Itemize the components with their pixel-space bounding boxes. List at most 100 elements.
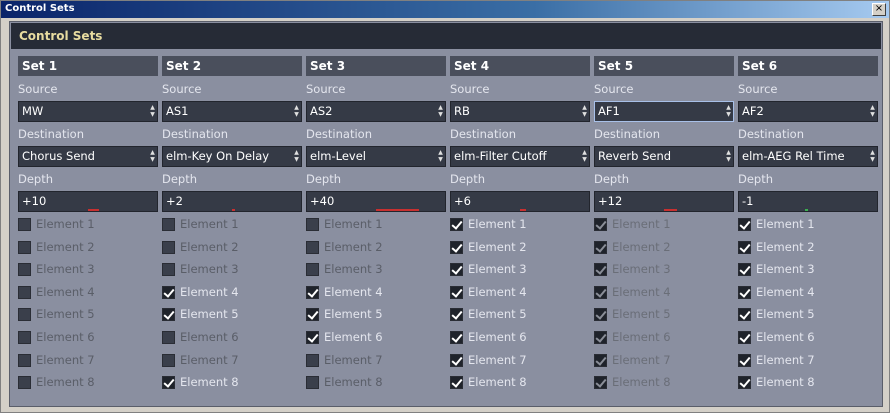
checkbox-icon[interactable] (594, 376, 607, 390)
checkbox-icon[interactable] (18, 331, 31, 344)
element-checkbox-7[interactable]: Element 7 (594, 353, 734, 369)
checkbox-icon[interactable] (306, 240, 319, 254)
depth-slider[interactable]: +10 (18, 191, 158, 212)
element-checkbox-5[interactable]: Element 5 (18, 307, 158, 323)
checkbox-icon[interactable] (18, 308, 31, 322)
element-checkbox-6[interactable]: Element 6 (738, 330, 878, 346)
element-checkbox-6[interactable]: Element 6 (450, 330, 590, 346)
checkbox-icon[interactable] (162, 285, 175, 299)
checkbox-icon[interactable] (306, 285, 319, 299)
element-checkbox-8[interactable]: Element 8 (306, 375, 446, 391)
destination-select[interactable]: Chorus Send ▲ ▼ (18, 146, 158, 167)
checkbox-icon[interactable] (306, 218, 319, 231)
spin-arrows-icon[interactable]: ▲ ▼ (438, 104, 443, 119)
checkbox-icon[interactable] (18, 263, 31, 277)
source-select[interactable]: AS1 ▲ ▼ (162, 101, 302, 122)
checkbox-icon[interactable] (162, 218, 175, 231)
spin-arrows-icon[interactable]: ▲ ▼ (150, 104, 155, 119)
element-checkbox-3[interactable]: Element 3 (450, 262, 590, 278)
checkbox-icon[interactable] (306, 263, 319, 277)
checkbox-icon[interactable] (738, 308, 751, 322)
checkbox-icon[interactable] (738, 353, 751, 367)
element-checkbox-8[interactable]: Element 8 (594, 375, 734, 391)
spin-arrows-icon[interactable]: ▲ ▼ (294, 104, 299, 119)
checkbox-icon[interactable] (162, 353, 175, 367)
destination-select[interactable]: elm-Level ▲ ▼ (306, 146, 446, 167)
element-checkbox-2[interactable]: Element 2 (450, 240, 590, 256)
destination-select[interactable]: elm-AEG Rel Time ▲ ▼ (738, 146, 878, 167)
element-checkbox-3[interactable]: Element 3 (306, 262, 446, 278)
element-checkbox-2[interactable]: Element 2 (306, 240, 446, 256)
element-checkbox-7[interactable]: Element 7 (450, 353, 590, 369)
checkbox-icon[interactable] (738, 240, 751, 254)
checkbox-icon[interactable] (594, 353, 607, 367)
checkbox-icon[interactable] (594, 331, 607, 344)
element-checkbox-7[interactable]: Element 7 (306, 353, 446, 369)
element-checkbox-3[interactable]: Element 3 (162, 262, 302, 278)
checkbox-icon[interactable] (18, 240, 31, 254)
checkbox-icon[interactable] (450, 331, 463, 344)
source-select[interactable]: AF1 ▲ ▼ (594, 101, 734, 122)
element-checkbox-2[interactable]: Element 2 (18, 240, 158, 256)
element-checkbox-1[interactable]: Element 1 (738, 217, 878, 233)
element-checkbox-5[interactable]: Element 5 (594, 307, 734, 323)
checkbox-icon[interactable] (738, 218, 751, 231)
checkbox-icon[interactable] (450, 285, 463, 299)
checkbox-icon[interactable] (306, 308, 319, 322)
spin-arrows-icon[interactable]: ▲ ▼ (726, 104, 731, 119)
element-checkbox-4[interactable]: Element 4 (450, 285, 590, 301)
checkbox-icon[interactable] (738, 331, 751, 344)
destination-select[interactable]: elm-Filter Cutoff ▲ ▼ (450, 146, 590, 167)
element-checkbox-6[interactable]: Element 6 (18, 330, 158, 346)
element-checkbox-1[interactable]: Element 1 (306, 217, 446, 233)
spin-arrows-icon[interactable]: ▲ ▼ (726, 149, 731, 164)
element-checkbox-1[interactable]: Element 1 (162, 217, 302, 233)
element-checkbox-8[interactable]: Element 8 (738, 375, 878, 391)
spin-arrows-icon[interactable]: ▲ ▼ (870, 149, 875, 164)
element-checkbox-7[interactable]: Element 7 (738, 353, 878, 369)
checkbox-icon[interactable] (162, 240, 175, 254)
element-checkbox-2[interactable]: Element 2 (162, 240, 302, 256)
checkbox-icon[interactable] (18, 353, 31, 367)
element-checkbox-5[interactable]: Element 5 (306, 307, 446, 323)
checkbox-icon[interactable] (306, 353, 319, 367)
element-checkbox-8[interactable]: Element 8 (450, 375, 590, 391)
checkbox-icon[interactable] (18, 218, 31, 231)
element-checkbox-2[interactable]: Element 2 (738, 240, 878, 256)
depth-slider[interactable]: +2 (162, 191, 302, 212)
spin-arrows-icon[interactable]: ▲ ▼ (150, 149, 155, 164)
element-checkbox-8[interactable]: Element 8 (162, 375, 302, 391)
destination-select[interactable]: Reverb Send ▲ ▼ (594, 146, 734, 167)
checkbox-icon[interactable] (594, 285, 607, 299)
element-checkbox-4[interactable]: Element 4 (594, 285, 734, 301)
element-checkbox-6[interactable]: Element 6 (594, 330, 734, 346)
element-checkbox-4[interactable]: Element 4 (162, 285, 302, 301)
element-checkbox-6[interactable]: Element 6 (306, 330, 446, 346)
source-select[interactable]: AF2 ▲ ▼ (738, 101, 878, 122)
spin-arrows-icon[interactable]: ▲ ▼ (870, 104, 875, 119)
source-select[interactable]: AS2 ▲ ▼ (306, 101, 446, 122)
checkbox-icon[interactable] (450, 376, 463, 390)
checkbox-icon[interactable] (162, 308, 175, 322)
element-checkbox-7[interactable]: Element 7 (162, 353, 302, 369)
destination-select[interactable]: elm-Key On Delay ▲ ▼ (162, 146, 302, 167)
element-checkbox-5[interactable]: Element 5 (162, 307, 302, 323)
checkbox-icon[interactable] (306, 376, 319, 390)
checkbox-icon[interactable] (18, 376, 31, 390)
checkbox-icon[interactable] (738, 285, 751, 299)
element-checkbox-4[interactable]: Element 4 (738, 285, 878, 301)
element-checkbox-3[interactable]: Element 3 (594, 262, 734, 278)
element-checkbox-4[interactable]: Element 4 (306, 285, 446, 301)
element-checkbox-6[interactable]: Element 6 (162, 330, 302, 346)
spin-arrows-icon[interactable]: ▲ ▼ (582, 104, 587, 119)
spin-arrows-icon[interactable]: ▲ ▼ (294, 149, 299, 164)
depth-slider[interactable]: +12 (594, 191, 734, 212)
element-checkbox-2[interactable]: Element 2 (594, 240, 734, 256)
element-checkbox-1[interactable]: Element 1 (18, 217, 158, 233)
close-button[interactable]: × (872, 3, 886, 16)
element-checkbox-4[interactable]: Element 4 (18, 285, 158, 301)
element-checkbox-7[interactable]: Element 7 (18, 353, 158, 369)
title-bar[interactable]: Control Sets × (1, 1, 889, 18)
element-checkbox-5[interactable]: Element 5 (738, 307, 878, 323)
checkbox-icon[interactable] (162, 331, 175, 344)
